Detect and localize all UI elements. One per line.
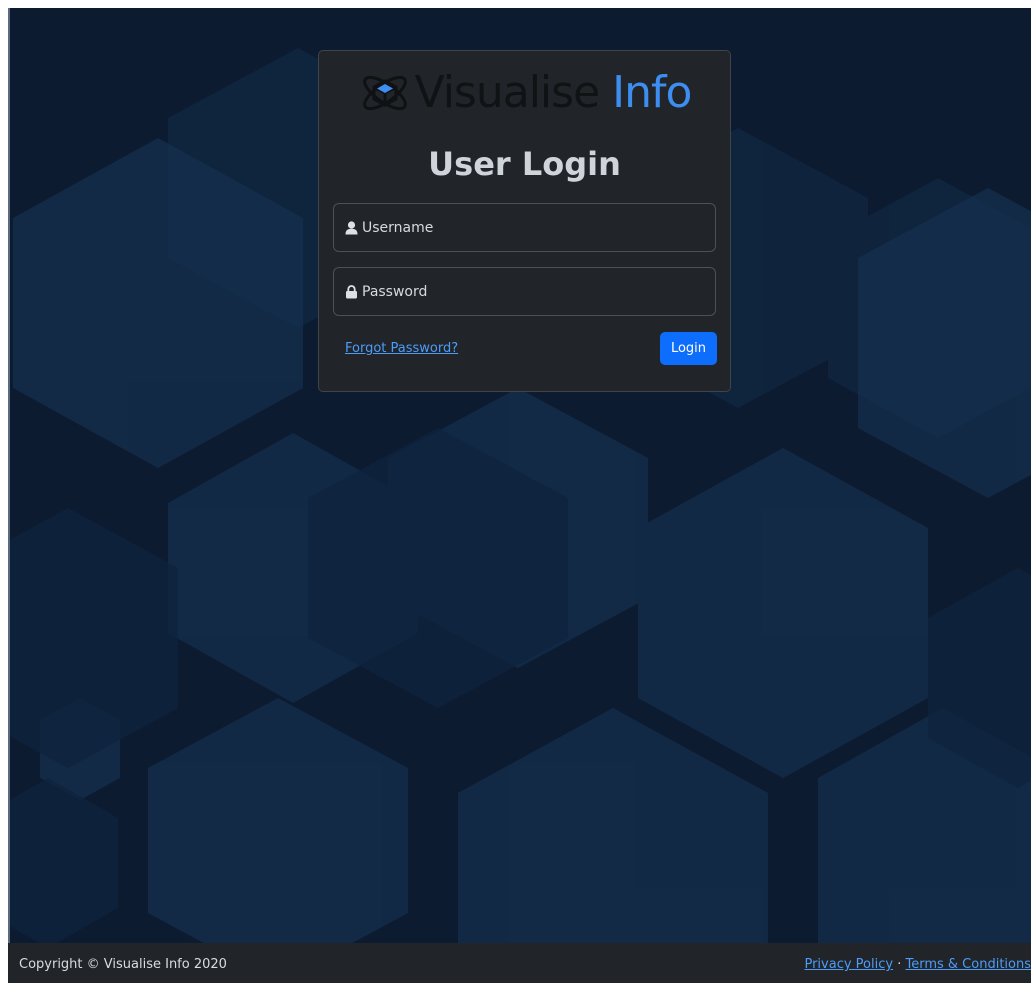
copyright-text: Copyright © Visualise Info 2020 [19, 957, 227, 972]
footer: Copyright © Visualise Info 2020 Privacy … [8, 943, 1031, 983]
page-viewport: Visualise Info User Login Forgot Passwor… [8, 8, 1031, 983]
password-input[interactable] [362, 283, 692, 300]
login-button[interactable]: Login [660, 332, 717, 365]
login-card: Visualise Info User Login Forgot Passwor… [318, 50, 731, 392]
footer-links: Privacy Policy · Terms & Conditions [804, 957, 1031, 972]
atom-cube-icon [362, 75, 407, 111]
brand-word-visualise: Visualise [414, 67, 601, 118]
terms-link[interactable]: Terms & Conditions [906, 957, 1031, 972]
brand-logo: Visualise Info [335, 61, 715, 125]
page-title: User Login [428, 145, 621, 183]
password-field[interactable] [333, 267, 716, 316]
footer-separator: · [897, 957, 902, 972]
username-input[interactable] [362, 219, 692, 236]
brand-word-info: Info [612, 67, 692, 118]
username-field[interactable] [333, 203, 716, 252]
window-edge [8, 8, 10, 943]
lock-icon [346, 284, 357, 298]
user-icon [345, 220, 358, 234]
forgot-password-link[interactable]: Forgot Password? [345, 341, 458, 356]
privacy-policy-link[interactable]: Privacy Policy [804, 957, 893, 972]
brand-name: Visualise Info [415, 71, 693, 115]
